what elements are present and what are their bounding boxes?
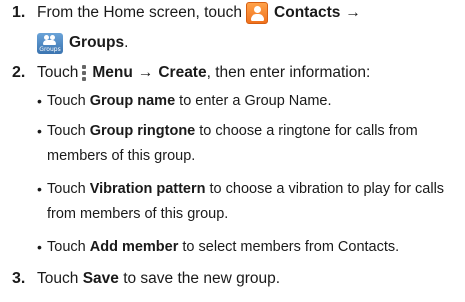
step-3-suffix: to save the new group.	[123, 270, 281, 287]
touch-word: Touch	[47, 181, 86, 197]
step-2-text: Touch Menu → Create, then enter informat…	[37, 63, 370, 83]
step-1-cont-text: Groups Groups.	[37, 32, 129, 54]
touch-word: Touch	[47, 93, 86, 109]
bullet-label: Group ringtone	[89, 123, 196, 139]
groups-icon-label: Groups	[39, 45, 61, 53]
bullet: •	[37, 181, 42, 197]
save-label: Save	[82, 270, 119, 287]
menu-icon	[82, 65, 87, 81]
bullet-label: Add member	[89, 239, 179, 255]
step-3-text: Touch Save to save the new group.	[37, 269, 280, 289]
step-1-text: From the Home screen, touch Contacts →	[37, 2, 361, 24]
touch-word: Touch	[37, 270, 79, 287]
bullet-label: Group name	[89, 93, 176, 109]
create-label: Create	[158, 64, 207, 81]
groups-icon: Groups	[37, 32, 63, 54]
bullet-3-text: Touch Vibration pattern to choose a vibr…	[47, 179, 444, 199]
bullet-label: Vibration pattern	[89, 181, 206, 197]
bullet: •	[37, 93, 42, 109]
menu-label: Menu	[92, 64, 133, 81]
bullet-text: to select members from Contacts.	[182, 239, 400, 255]
bullet-cont: members of this group.	[47, 148, 196, 164]
bullet-2-text: Touch Group ringtone to choose a rington…	[47, 121, 418, 141]
bullet-text: to enter a Group Name.	[179, 93, 332, 109]
bullet: •	[37, 123, 42, 139]
contacts-label: Contacts	[274, 4, 341, 21]
touch-word: Touch	[47, 123, 86, 139]
groups-suffix: .	[124, 34, 129, 51]
step-2-suffix: , then enter information:	[206, 64, 371, 81]
contacts-icon	[246, 2, 269, 24]
bullet-1-text: Touch Group name to enter a Group Name.	[47, 91, 332, 111]
bullet-cont: from members of this group.	[47, 206, 229, 222]
bullet-text: to choose a ringtone for calls from	[199, 123, 418, 139]
arrow: →	[345, 4, 361, 21]
step-number: 1.	[12, 4, 26, 21]
step-number: 3.	[12, 270, 26, 287]
touch-word: Touch	[37, 64, 79, 81]
step-number: 2.	[12, 64, 26, 81]
bullet-text: to choose a vibration to play for calls	[209, 181, 445, 197]
touch-word: Touch	[47, 239, 86, 255]
bullet: •	[37, 239, 42, 255]
bullet-4-text: Touch Add member to select members from …	[47, 237, 399, 257]
arrow: →	[137, 64, 154, 81]
groups-label: Groups	[69, 34, 125, 51]
step-1-prefix: From the Home screen, touch	[37, 4, 243, 21]
